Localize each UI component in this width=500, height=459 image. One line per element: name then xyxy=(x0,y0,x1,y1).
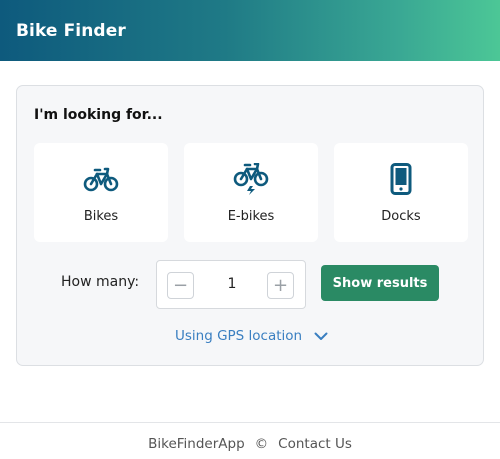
search-card: I'm looking for... Bikes E-bikes Docks H… xyxy=(16,85,484,366)
copyright-symbol: © xyxy=(254,436,269,452)
gps-location-toggle[interactable]: Using GPS location xyxy=(175,328,328,344)
show-results-button[interactable]: Show results xyxy=(321,265,439,301)
app-header: Bike Finder xyxy=(0,0,500,61)
ebike-icon xyxy=(233,163,269,195)
option-tile-bikes[interactable]: Bikes xyxy=(34,143,168,242)
option-label: E-bikes xyxy=(227,209,275,224)
quantity-stepper: − 1 + xyxy=(156,260,306,309)
option-label: Bikes xyxy=(83,209,119,224)
chevron-down-icon xyxy=(314,332,328,341)
phone-dock-icon xyxy=(390,163,412,195)
card-heading: I'm looking for... xyxy=(34,107,163,123)
footer: BikeFinderApp © Contact Us xyxy=(0,436,500,452)
bicycle-icon xyxy=(83,163,119,195)
option-label: Docks xyxy=(381,209,421,224)
app-title: Bike Finder xyxy=(16,20,126,41)
footer-divider xyxy=(0,422,500,423)
quantity-value[interactable]: 1 xyxy=(197,276,267,292)
quantity-label: How many: xyxy=(61,274,140,290)
contact-us-link[interactable]: Contact Us xyxy=(278,436,352,452)
option-tile-ebikes[interactable]: E-bikes xyxy=(184,143,318,242)
footer-app-name: BikeFinderApp xyxy=(148,436,245,452)
decrement-button[interactable]: − xyxy=(167,272,194,299)
gps-location-label: Using GPS location xyxy=(175,328,303,344)
option-tile-docks[interactable]: Docks xyxy=(334,143,468,242)
increment-button[interactable]: + xyxy=(267,272,294,299)
